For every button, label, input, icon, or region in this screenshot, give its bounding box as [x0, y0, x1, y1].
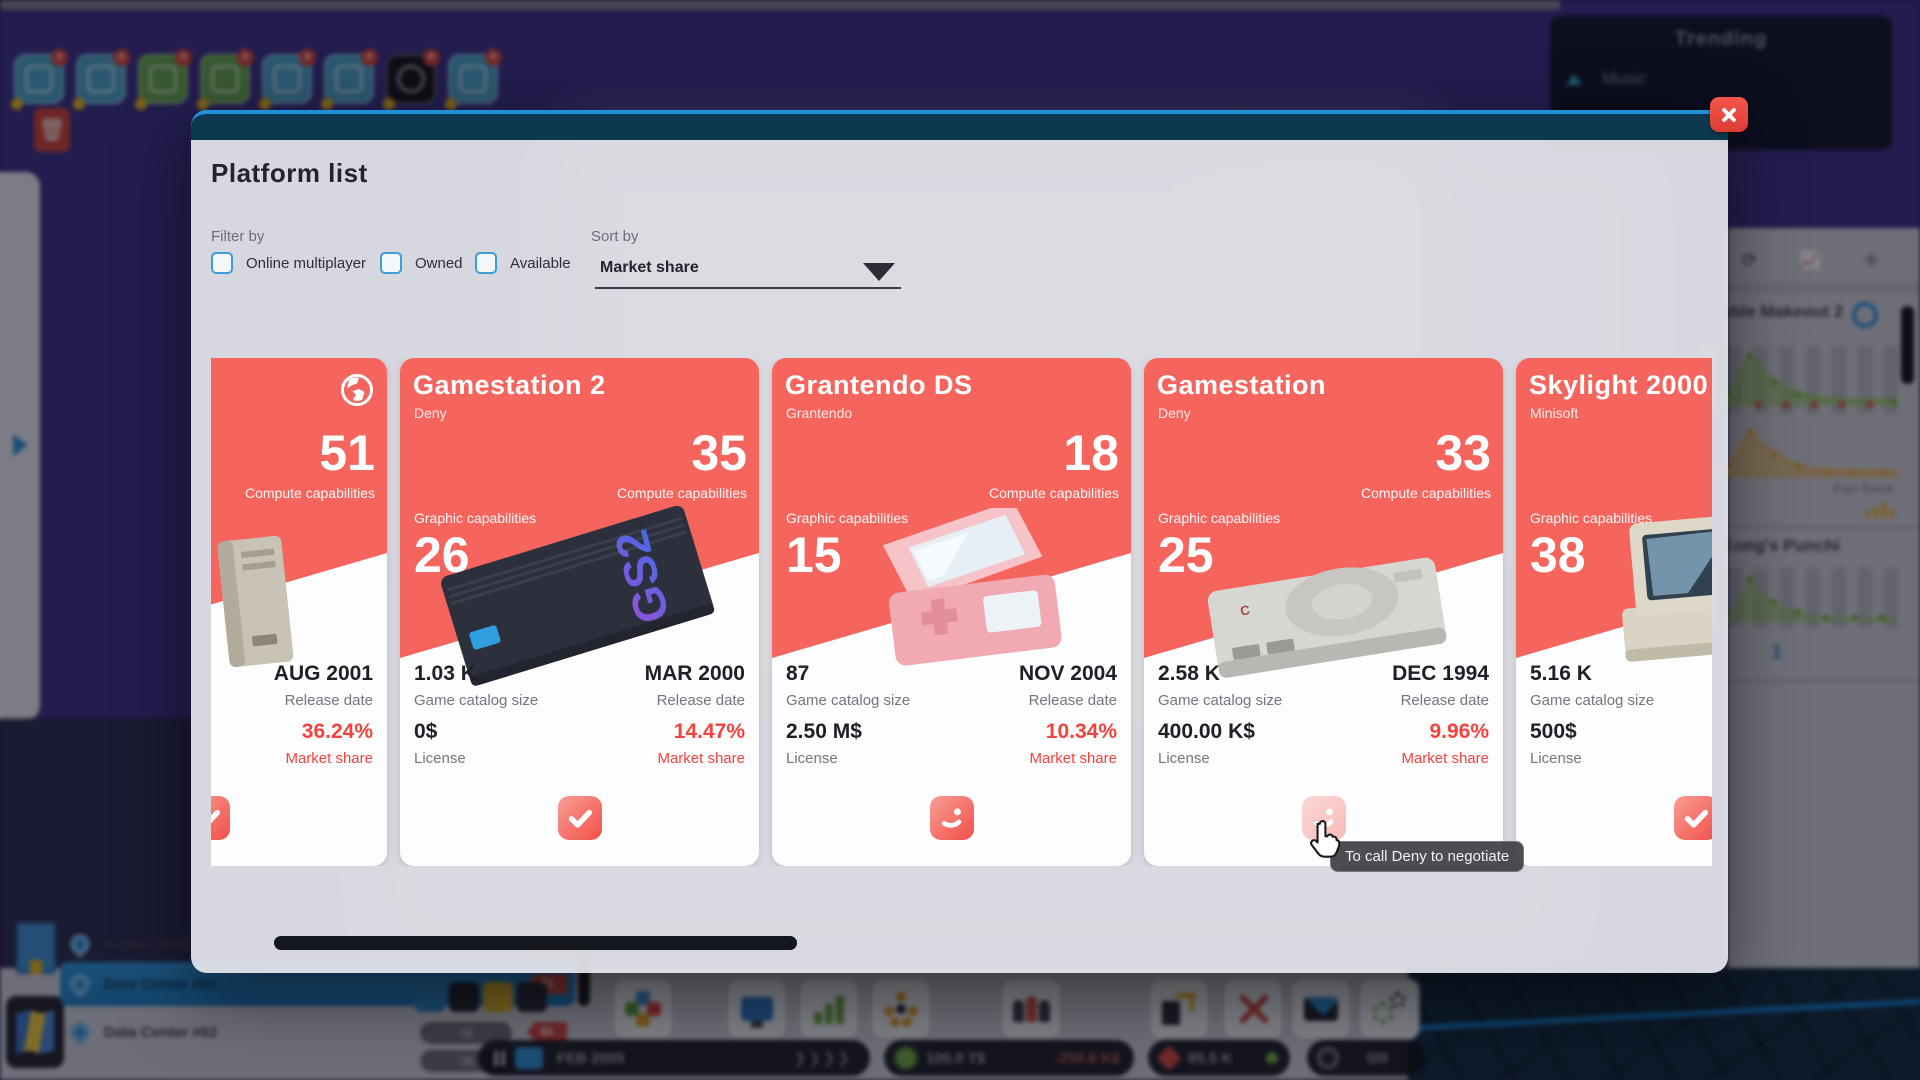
release-label: Release date	[1401, 692, 1489, 709]
catalog-label: Game catalog size	[1158, 692, 1282, 709]
sort-dropdown-value: Market share	[600, 259, 699, 277]
platform-card: Gamestation Deny 33 Compute capabilities Gr…	[1144, 358, 1503, 866]
platform-card: 51 Compute capabilities AUG 2001 Release …	[211, 358, 387, 866]
graphic-label: Graphic capabilities	[1158, 510, 1280, 526]
platform-name: Grantendo DS	[785, 370, 973, 401]
checkbox-box[interactable]	[380, 252, 402, 274]
catalog-label: Game catalog size	[786, 692, 910, 709]
catalog-value: 87	[786, 662, 809, 686]
checkbox-box[interactable]	[211, 252, 233, 274]
cards-scrollbar-thumb[interactable]	[274, 936, 797, 950]
owned-check-button[interactable]	[558, 796, 602, 840]
license-value: 400.00 K$	[1158, 720, 1255, 744]
compute-label: Compute capabilities	[989, 485, 1119, 501]
checkbox-owned[interactable]: Owned	[380, 252, 463, 274]
market-share-value: 14.47%	[674, 720, 745, 744]
license-label: License	[1530, 750, 1582, 767]
compute-label: Compute capabilities	[245, 485, 375, 501]
filter-by-label: Filter by	[211, 228, 264, 245]
phone-icon	[935, 801, 969, 835]
sort-dropdown[interactable]: Market share	[595, 256, 901, 289]
cursor-hand-icon	[1305, 818, 1343, 860]
market-share-label: Market share	[1029, 750, 1117, 767]
release-label: Release date	[285, 692, 373, 709]
compute-value: 33	[1435, 428, 1491, 478]
market-share-value: 10.34%	[1046, 720, 1117, 744]
tooltip: To call Deny to negotiate	[1330, 841, 1524, 872]
page-title: Platform list	[211, 158, 368, 189]
globe-icon	[339, 372, 375, 408]
market-share-value: 36.24%	[302, 720, 373, 744]
compute-value: 18	[1063, 428, 1119, 478]
platform-name: Gamestation	[1157, 370, 1326, 401]
license-value: 500$	[1530, 720, 1577, 744]
license-value: 2.50 M$	[786, 720, 862, 744]
platform-card: Grantendo DS Grantendo 18 Compute capabili…	[772, 358, 1131, 866]
sort-by-label: Sort by	[591, 228, 639, 245]
check-icon	[563, 801, 597, 835]
license-label: License	[786, 750, 838, 767]
close-icon	[1716, 103, 1742, 127]
catalog-value: 1.03 K	[414, 662, 476, 686]
checkbox-label: Owned	[415, 255, 463, 272]
platform-card: Gamestation 2Deny35 Compute capabilities…	[400, 358, 759, 866]
catalog-label: Game catalog size	[414, 692, 538, 709]
platform-company: Deny	[1158, 405, 1191, 421]
license-value: 0$	[414, 720, 437, 744]
market-share-label: Market share	[285, 750, 373, 767]
compute-value: 35	[691, 428, 747, 478]
platform-company: Minisoft	[1530, 405, 1578, 421]
catalog-value: 5.16 K	[1530, 662, 1592, 686]
catalog-value: 2.58 K	[1158, 662, 1220, 686]
release-value: AUG 2001	[274, 662, 373, 686]
console-illustration	[1592, 508, 1712, 688]
call-to-negotiate-button[interactable]	[930, 796, 974, 840]
compute-label: Compute capabilities	[1361, 485, 1491, 501]
market-share-label: Market share	[1401, 750, 1489, 767]
platform-cards-viewport[interactable]: 51 Compute capabilities AUG 2001 Release …	[211, 358, 1712, 866]
release-value: NOV 2004	[1019, 662, 1117, 686]
checkbox-available[interactable]: Available	[475, 252, 571, 274]
market-share-value: 9.96%	[1429, 720, 1489, 744]
compute-value: 51	[319, 428, 375, 478]
market-share-label: Market share	[657, 750, 745, 767]
console-illustration	[211, 530, 303, 680]
platform-name: Gamestation 2	[413, 370, 606, 401]
checkbox-label: Online multiplayer	[246, 255, 366, 272]
release-label: Release date	[1029, 692, 1117, 709]
platform-company: Grantendo	[786, 405, 852, 421]
platform-company: Deny	[414, 405, 447, 421]
graphic-value: 38	[1530, 530, 1586, 580]
checkbox-box[interactable]	[475, 252, 497, 274]
check-icon	[211, 801, 225, 835]
license-label: License	[414, 750, 466, 767]
owned-check-button[interactable]	[1674, 796, 1713, 840]
release-value: DEC 1994	[1392, 662, 1489, 686]
release-value: MAR 2000	[645, 662, 745, 686]
checkbox-online-multiplayer[interactable]: Online multiplayer	[211, 252, 366, 274]
check-icon	[1679, 801, 1713, 835]
release-label: Release date	[657, 692, 745, 709]
chevron-down-icon	[863, 263, 895, 281]
catalog-label: Game catalog size	[1530, 692, 1654, 709]
platform-name: Skylight 2000	[1529, 370, 1708, 401]
checkbox-label: Available	[510, 255, 571, 272]
modal-header-band	[191, 110, 1728, 140]
license-label: License	[1158, 750, 1210, 767]
game-screen: ✕ ✕ ✕ ✕ ✕ ✕ ✕ ✕ 🗑 Trending Music ⟳ 📈 ✛	[0, 0, 1920, 1080]
owned-check-button[interactable]	[211, 796, 230, 840]
close-button[interactable]	[1710, 97, 1748, 132]
platform-card: Skylight 2000MinisoftGraphic capabilitie…	[1516, 358, 1712, 866]
